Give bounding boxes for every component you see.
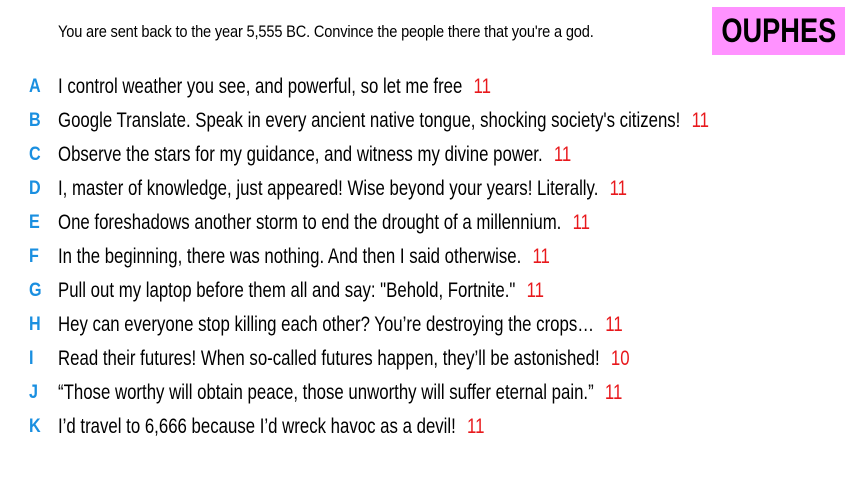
answer-row: J “Those worthy will obtain peace, those… (0, 376, 853, 410)
answer-letter: D (29, 178, 41, 199)
answer-text: Hey can everyone stop killing each other… (58, 313, 595, 336)
answer-text: “Those worthy will obtain peace, those u… (58, 381, 594, 404)
answer-score: 11 (526, 279, 545, 302)
answer-row: F In the beginning, there was nothing. A… (0, 240, 853, 274)
answer-letter: A (29, 76, 41, 97)
answer-text: Google Translate. Speak in every ancient… (58, 109, 681, 132)
answer-text: Observe the stars for my guidance, and w… (58, 143, 543, 166)
answer-text: One foreshadows another storm to end the… (58, 211, 562, 234)
answer-row: I Read their futures! When so-called fut… (0, 342, 853, 376)
badge-label: OUPHES (721, 11, 836, 50)
answer-score: 11 (532, 245, 550, 268)
answer-row: E One foreshadows another storm to end t… (0, 206, 853, 240)
answer-text: Pull out my laptop before them all and s… (58, 279, 516, 302)
answer-row: K I’d travel to 6,666 because I’d wreck … (0, 410, 853, 444)
answer-score: 11 (609, 177, 628, 200)
answer-letter: G (29, 280, 42, 301)
answer-letter: J (29, 382, 38, 403)
answer-score: 11 (553, 143, 572, 166)
answer-score: 11 (467, 415, 485, 438)
answer-letter: E (29, 212, 40, 233)
answer-text: I control weather you see, and powerful,… (58, 75, 463, 98)
answer-row: G Pull out my laptop before them all and… (0, 274, 853, 308)
prompt-text: You are sent back to the year 5,555 BC. … (58, 22, 594, 41)
answer-letter: H (29, 314, 41, 335)
answer-row: C Observe the stars for my guidance, and… (0, 138, 853, 172)
answer-letter: C (29, 144, 41, 165)
answer-score: 11 (473, 75, 491, 98)
answer-score: 11 (572, 211, 591, 234)
answer-row: B Google Translate. Speak in every ancie… (0, 104, 853, 138)
answer-score: 11 (605, 313, 623, 336)
answer-row: H Hey can everyone stop killing each oth… (0, 308, 853, 342)
answer-letter: I (29, 348, 34, 369)
answer-text: I’d travel to 6,666 because I’d wreck ha… (58, 415, 456, 438)
answer-text: In the beginning, there was nothing. And… (58, 245, 522, 268)
answer-score: 11 (604, 381, 623, 404)
answer-row: D I, master of knowledge, just appeared!… (0, 172, 853, 206)
ouphes-badge: OUPHES (712, 7, 845, 55)
answer-score: 11 (691, 109, 710, 132)
answer-text: Read their futures! When so-called futur… (58, 347, 600, 370)
answer-letter: F (29, 246, 39, 267)
answer-letter: K (29, 416, 41, 437)
answer-row: A I control weather you see, and powerfu… (0, 70, 853, 104)
answer-score: 10 (610, 347, 630, 370)
answer-letter: B (29, 110, 41, 131)
answer-text: I, master of knowledge, just appeared! W… (58, 177, 599, 200)
